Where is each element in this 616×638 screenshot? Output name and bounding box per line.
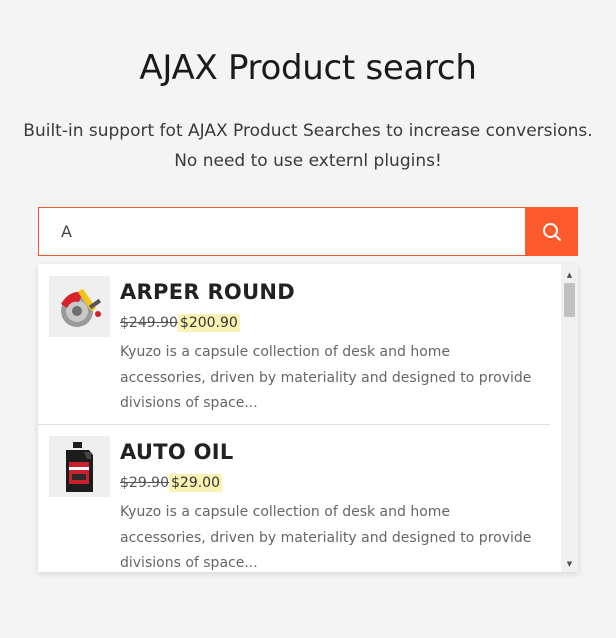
sale-price: $200.90 [177,314,240,332]
product-thumbnail[interactable] [49,276,110,337]
product-thumbnail[interactable] [49,436,110,497]
search-input[interactable] [38,207,525,256]
scroll-up-arrow-icon[interactable]: ▲ [561,266,578,283]
scroll-down-arrow-icon[interactable]: ▼ [561,555,578,572]
search-icon [542,222,561,241]
old-price: $249.90 [120,315,178,331]
product-description: Kyuzo is a capsule collection of desk an… [120,344,532,411]
results-scrollbar[interactable]: ▲ ▼ [561,264,578,572]
sale-price: $29.00 [169,474,222,492]
product-name[interactable]: AUTO OIL [120,440,234,464]
product-price: $249.90 $200.90 [120,314,240,332]
oil-can-icon [65,441,93,492]
scrollbar-thumb[interactable] [564,283,575,317]
subtitle-line-2: No need to use externl plugins! [174,151,442,171]
old-price: $29.90 [120,475,169,491]
product-name[interactable]: ARPER ROUND [120,280,295,304]
product-description: Kyuzo is a capsule collection of desk an… [120,504,532,571]
page-subtitle: Built-in support fot AJAX Product Search… [0,116,616,176]
subtitle-line-1: Built-in support fot AJAX Product Search… [23,121,593,141]
search-result-item[interactable]: ARPER ROUND $249.90 $200.90 Kyuzo is a ca… [38,264,550,425]
product-price: $29.90 $29.00 [120,474,222,492]
page-title: AJAX Product search [139,48,477,88]
search-result-item[interactable]: AUTO OIL $29.90 $29.00 Kyuzo is a capsule… [38,424,550,572]
brake-disc-icon [60,288,101,327]
search-results-dropdown: ARPER ROUND $249.90 $200.90 Kyuzo is a ca… [38,264,578,572]
search-button[interactable] [525,207,578,256]
search-bar [38,207,578,256]
